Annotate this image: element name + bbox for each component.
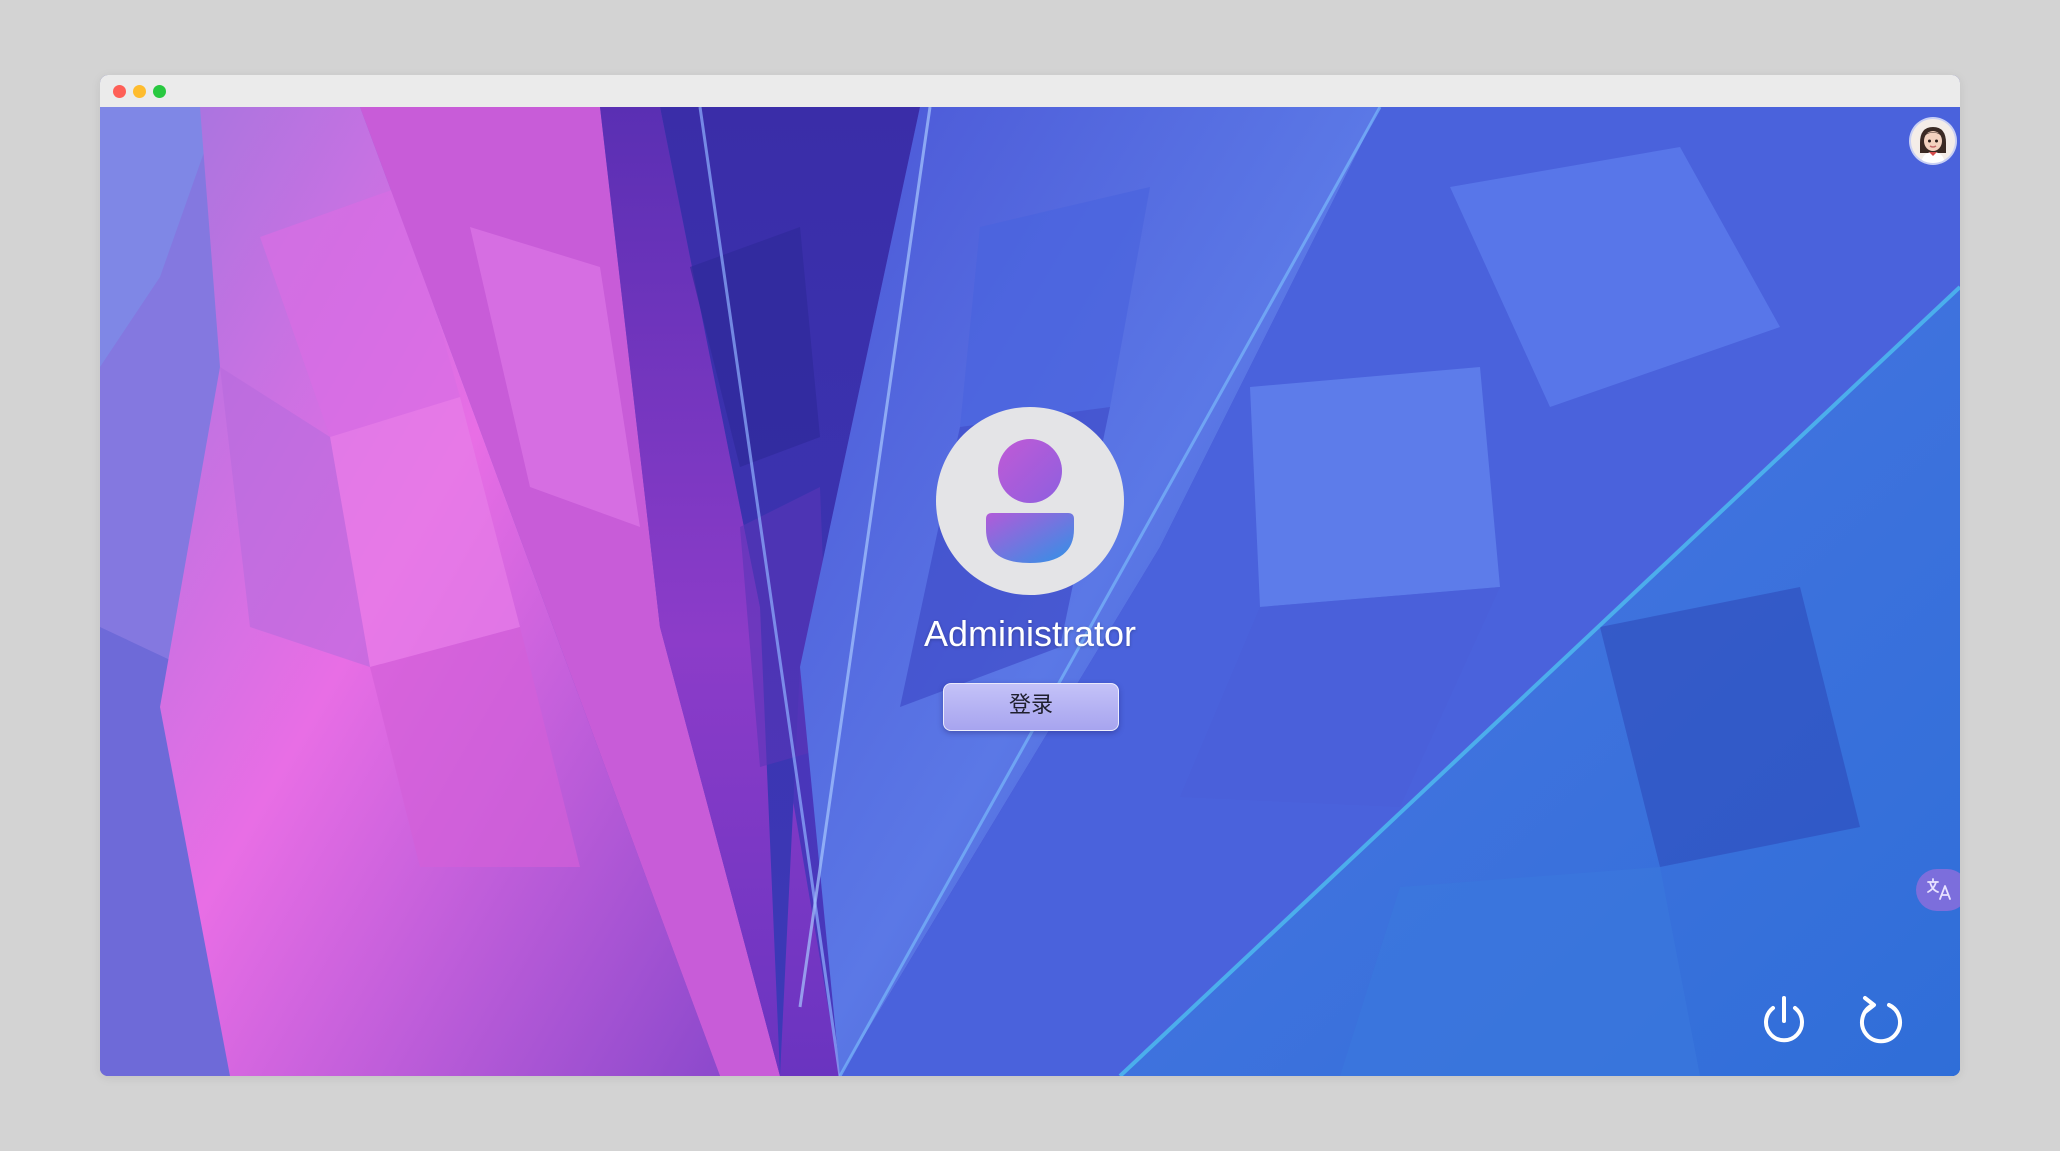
restart-button[interactable] [1850,990,1910,1050]
window-close-button[interactable] [113,85,126,98]
language-switch-button[interactable] [1916,869,1960,911]
login-button[interactable]: 登录 [943,683,1119,731]
power-button[interactable] [1754,990,1814,1050]
lock-screen: Administrator 登录 [100,107,1960,1076]
login-panel: Administrator 登录 [100,107,1960,1076]
default-user-icon [986,439,1074,563]
power-icon [1764,996,1804,1043]
translate-icon [1927,878,1951,900]
restart-icon [1860,996,1902,1044]
window-maximize-button[interactable] [153,85,166,98]
user-name: Administrator [923,613,1137,654]
lock-screen-window: Administrator 登录 [100,75,1960,1076]
user-avatar[interactable] [936,407,1124,595]
window-titlebar [100,75,1960,107]
window-minimize-button[interactable] [133,85,146,98]
